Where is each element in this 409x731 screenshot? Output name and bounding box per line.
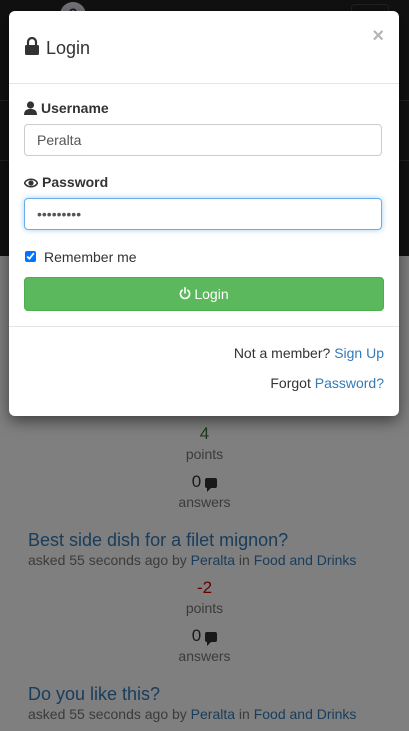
modal-footer: Not a member? Sign Up Forgot Password?: [9, 326, 399, 417]
password-label: Password: [24, 174, 108, 190]
login-modal: Login × Username Password Remember me Lo…: [9, 11, 399, 416]
modal-header: Login ×: [9, 11, 399, 84]
password-label-text: Password: [42, 174, 109, 190]
forgot-text: Forgot: [270, 375, 311, 391]
login-button[interactable]: Login: [24, 277, 384, 311]
remember-me-label[interactable]: Remember me: [44, 249, 137, 265]
close-button[interactable]: ×: [372, 25, 384, 48]
password-input[interactable]: [24, 198, 382, 230]
signup-link[interactable]: Sign Up: [334, 345, 384, 361]
user-icon: [24, 101, 37, 115]
login-button-label: Login: [194, 286, 229, 302]
modal-title: Login: [46, 38, 91, 58]
forgot-password-link[interactable]: Password?: [315, 375, 384, 391]
username-label: Username: [24, 100, 109, 116]
username-label-text: Username: [41, 100, 109, 116]
power-icon: [180, 287, 191, 300]
signup-line: Not a member? Sign Up: [234, 345, 384, 361]
eye-icon: [24, 178, 38, 188]
remember-me-checkbox[interactable]: [25, 251, 36, 262]
lock-icon: [25, 37, 39, 55]
forgot-line: Forgot Password?: [270, 375, 384, 391]
username-input[interactable]: [24, 124, 382, 156]
not-member-text: Not a member?: [233, 345, 331, 361]
